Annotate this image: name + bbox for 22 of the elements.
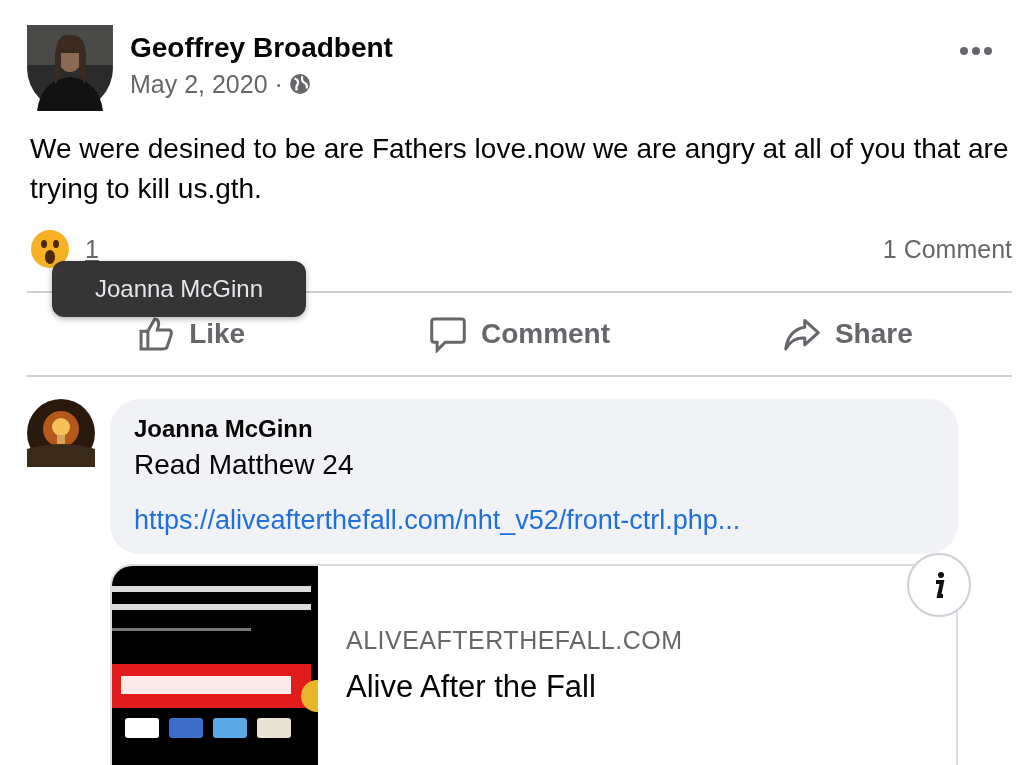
link-preview-card[interactable]: ALIVEAFTERTHEFALL.COM Alive After the Fall — [110, 564, 958, 765]
author-avatar[interactable] — [27, 25, 113, 111]
comment-count[interactable]: 1 Comment — [882, 234, 1012, 264]
commenter-avatar[interactable] — [27, 399, 95, 467]
info-icon[interactable] — [906, 552, 972, 618]
more-options-icon[interactable] — [959, 46, 993, 56]
link-title[interactable]: Alive After the Fall — [346, 669, 683, 705]
globe-icon — [288, 73, 311, 95]
speech-bubble-icon — [428, 315, 467, 353]
post-date[interactable]: May 2, 2020 · — [130, 69, 283, 99]
comment-button[interactable]: Comment — [355, 304, 684, 364]
thumbs-up-icon — [137, 315, 176, 353]
link-domain: ALIVEAFTERTHEFALL.COM — [346, 626, 683, 655]
post-text: We were desined to be are Fathers love.now we are angry at all of you that are trying to kill us.gth. — [30, 132, 1010, 206]
wow-reaction-icon[interactable] — [30, 229, 70, 269]
reaction-count[interactable]: 1 — [85, 234, 99, 264]
comment-text: Read Matthew 24 — [134, 449, 355, 481]
author-name[interactable]: Geoffrey Broadbent — [130, 31, 393, 64]
tooltip: Joanna McGinn — [52, 261, 306, 317]
share-button[interactable]: Share — [683, 304, 1012, 364]
comment-link[interactable]: https://aliveafterthefall.com/nht_v52/front-ctrl.php... — [134, 505, 934, 536]
commenter-name[interactable]: Joanna McGinn — [134, 415, 934, 443]
